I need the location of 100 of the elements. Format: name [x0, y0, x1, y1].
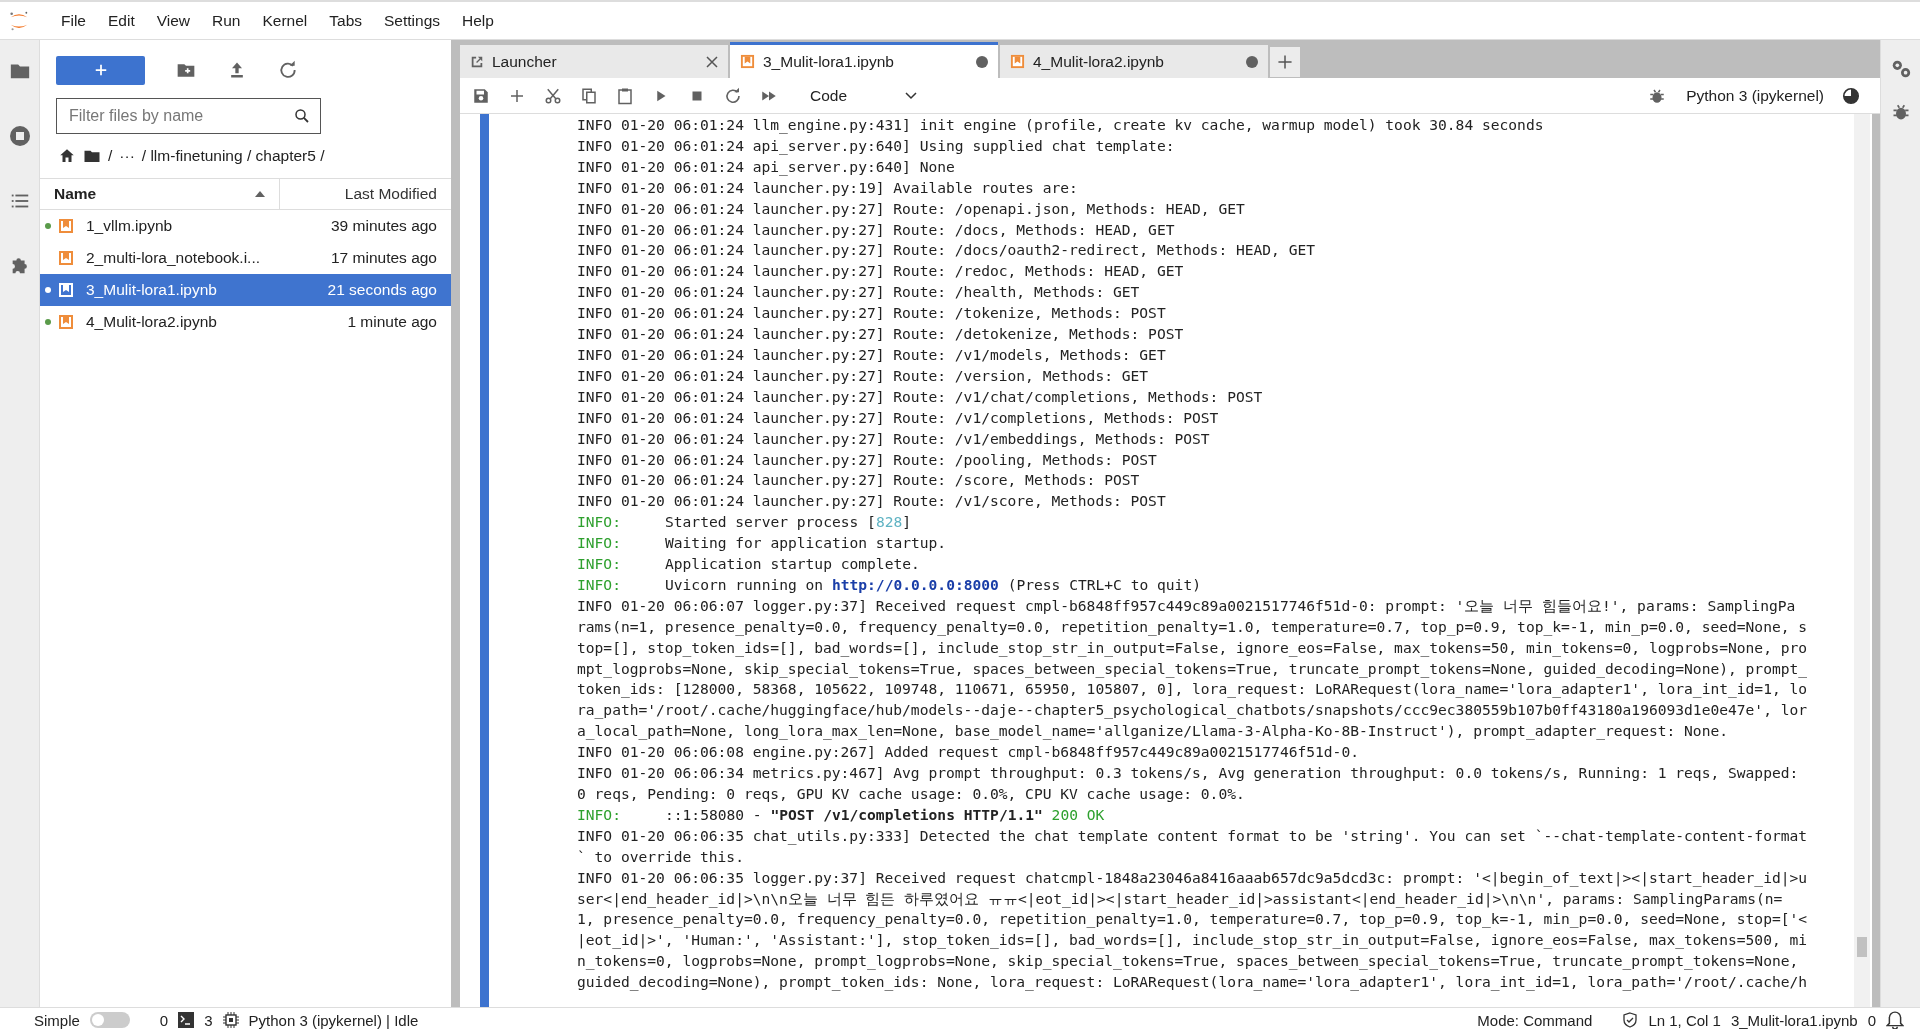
notebook-icon [740, 54, 755, 69]
add-tab-icon[interactable] [1270, 47, 1300, 77]
menu-item[interactable]: Kernel [251, 11, 319, 30]
restart-icon[interactable] [724, 86, 742, 105]
refresh-icon[interactable] [278, 60, 298, 80]
breadcrumb-item[interactable]: ··· [119, 147, 135, 165]
log-line: INFO: Started server process [828] [577, 512, 913, 533]
kernel-count: 0 [159, 1011, 169, 1029]
close-icon[interactable] [706, 55, 718, 68]
log-line: INFO 01-20 06:06:08 engine.py:267] Added request cmpl-b6848ff957c449c89a0021517746f51d-0. [577, 742, 1360, 763]
toggle-switch[interactable] [89, 1012, 130, 1028]
modified-time: 1 minute ago [347, 313, 437, 331]
log-line: INFO 01-20 06:01:24 launcher.py:27] Route: /health, Methods: GET [577, 282, 1141, 303]
notebook-icon [58, 218, 74, 234]
log-line: INFO 01-20 06:01:24 launcher.py:27] Route: /detokenize, Methods: POST [577, 324, 1185, 345]
file-row[interactable]: 4_Mulit-lora2.ipynb 1 minute ago [40, 306, 451, 338]
log-line: INFO 01-20 06:06:35 logger.py:37] Received request chatcmpl-1848a23046a8416aaab657dc9a5dcd3c: prompt: '<|begin_of_text|><|start_header_id|>u [577, 867, 1809, 889]
copy-icon[interactable] [580, 86, 598, 105]
launch-icon [470, 54, 484, 69]
paste-icon[interactable] [616, 86, 634, 105]
notebook-icon [58, 250, 74, 266]
kernel-name[interactable]: Python 3 (ipykernel) [1686, 86, 1824, 105]
column-header[interactable]: Last Modified [344, 185, 437, 203]
breadcrumb-item[interactable]: / [108, 147, 113, 165]
log-line: INFO: Uvicorn running on http://0.0.0.0:8000 (Press CTRL+C to quit) [577, 574, 1202, 595]
log-line: n_tokens=0, logprobs=None, prompt_logprobs=None, skip_special_tokens=True, spaces_between_special_tokens=True, truncate_prompt_tokens=None, [577, 951, 1800, 972]
log-line: INFO 01-20 06:01:24 launcher.py:27] Route: /docs/oauth2-redirect, Methods: HEAD, GET [577, 240, 1317, 261]
log-line: INFO 01-20 06:01:24 launcher.py:27] Route: /v1/embeddings, Methods: POST [577, 428, 1211, 449]
filter-field[interactable]: Filter files by name [56, 98, 321, 134]
menu-item[interactable]: Edit [97, 11, 146, 30]
home-icon[interactable] [58, 147, 76, 165]
bell-icon[interactable] [1886, 1011, 1904, 1029]
file-row[interactable]: 1_vllm.ipynb 39 minutes ago [40, 210, 451, 242]
mode-label: Simple [34, 1011, 80, 1029]
save-icon[interactable] [472, 86, 490, 105]
log-line: top=[], stop_token_ids=[], bad_words=[], include_stop_str_in_output=False, ignore_eos=False, max_tokens=50, min_tokens=0, logprobs=None, pro [577, 637, 1809, 659]
kernel-status[interactable]: Python 3 (ipykernel) | Idle [248, 1011, 419, 1029]
log-line: INFO 01-20 06:06:35 chat_utils.py:333] Detected the chat template content format to be 'string'. You can set `--chat-template-content-format [577, 825, 1809, 847]
document-tab[interactable]: 3_Mulit-lora1.ipynb [730, 42, 998, 78]
kernel-status-icon [1842, 86, 1860, 105]
log-line: INFO 01-20 06:01:24 launcher.py:27] Route: /docs, Methods: HEAD, GET [577, 219, 1176, 240]
log-line: INFO 01-20 06:01:24 launcher.py:27] Route: /v1/models, Methods: GET [577, 344, 1167, 365]
menu-item[interactable]: Help [451, 11, 505, 30]
log-line: INFO 01-20 06:01:24 llm_engine.py:431] init engine (profile, create kv cache, warmup model) took 30.84 seconds [577, 115, 1545, 136]
log-line: |eot_id|>', 'Human:', 'Assistant:'], stop_token_ids=[], bad_words=[], include_stop_str_in_output=False, ignore_eos=False, max_tokens=500, mi [577, 930, 1809, 951]
modified-time: 17 minutes ago [331, 249, 437, 267]
file-row[interactable]: 3_Mulit-lora1.ipynb 21 seconds ago [40, 274, 451, 306]
log-line: a_local_path=None, long_lora_max_len=None, base_model_name='allganize/Llama-3-Alpha-Ko-8B-Instruct'), prompt_adapter_request: None. [577, 721, 1729, 742]
scrollbar[interactable] [1854, 114, 1870, 1007]
menu-item[interactable]: File [50, 11, 97, 30]
file-row[interactable]: 2_multi-lora_notebook.i... 17 minutes ago [40, 242, 451, 274]
cut-icon[interactable] [544, 86, 562, 105]
log-line: ser<|end_header_id|>\n\n오늘 너무 힘든 하루였어요 ㅠㅠ<|eot_id|><|start_header_id|>assistant<|end_header_id|>\n\n', params: SamplingParams(n= [577, 888, 1784, 910]
unsaved-dot[interactable] [976, 55, 988, 68]
terminal-icon[interactable] [178, 1012, 195, 1028]
log-line: INFO: ::1:58080 - "POST /v1/completions HTTP/1.1" 200 OK [577, 804, 1106, 825]
caret-icon [905, 91, 918, 100]
menu-item[interactable]: View [145, 11, 202, 30]
modified-time: 39 minutes ago [331, 217, 437, 235]
log-line: token_ids: [128000, 58368, 105622, 109748, 110671, 65950, 105807, 0], lora_request: LoRARequest(lora_name='lora_adapter1', lora_int_id=1, lo [577, 679, 1809, 700]
mode-status[interactable]: Mode: Command [1477, 1011, 1593, 1029]
cursor-position[interactable]: Ln 1, Col 1 [1648, 1011, 1721, 1029]
log-line: mpt_logprobs=None, skip_special_tokens=True, spaces_between_special_tokens=True, truncate_prompt_tokens=None, guided_decoding=None), prompt_ [577, 658, 1809, 680]
document-tab[interactable]: Launcher [460, 45, 728, 78]
notebook-icon [1010, 54, 1025, 69]
file-name: 3_Mulit-lora1.ipynb [1730, 1011, 1858, 1029]
log-line: INFO: Waiting for application startup. [577, 533, 948, 554]
log-line: INFO 01-20 06:01:24 launcher.py:19] Available routes are: [577, 177, 1079, 198]
menu-item[interactable]: Settings [373, 11, 452, 30]
search-icon [293, 107, 311, 125]
stop-circle-icon[interactable] [7, 124, 32, 148]
file-name: 2_multi-lora_notebook.i... [86, 249, 262, 267]
log-line: INFO 01-20 06:01:24 launcher.py:27] Route: /score, Methods: POST [577, 470, 1141, 491]
log-line: INFO 01-20 06:01:24 launcher.py:27] Route: /pooling, Methods: POST [577, 449, 1158, 470]
plus-icon [93, 63, 108, 77]
log-line: INFO 01-20 06:01:24 launcher.py:27] Route: /v1/chat/completions, Methods: POST [577, 386, 1264, 407]
terminal-count: 3 [204, 1011, 213, 1029]
notification-count[interactable]: 0 [1867, 1011, 1876, 1029]
log-line: INFO 01-20 06:06:07 logger.py:37] Received request cmpl-b6848ff957c449c89a0021517746f51d-0: prompt: '오늘 너무 힘들어요!', params: SamplingPa [577, 595, 1797, 616]
chip-icon[interactable] [222, 1012, 239, 1028]
menu-item[interactable]: Tabs [318, 11, 374, 30]
log-line: INFO 01-20 06:01:24 api_server.py:640] Using supplied chat template: [577, 135, 1176, 157]
log-line: INFO 01-20 06:01:24 api_server.py:640] None [577, 156, 956, 178]
column-header[interactable]: Name [54, 185, 97, 203]
breadcrumb-item[interactable]: / llm-finetuning / chapter5 / [141, 147, 325, 165]
file-name: 4_Mulit-lora2.ipynb [86, 313, 218, 331]
log-line: 0 reqs, Pending: 0 reqs, GPU KV cache usage: 0.0%, CPU KV cache usage: 0.0%. [577, 784, 1246, 804]
shield-icon[interactable] [1622, 1012, 1639, 1028]
notebook-icon [58, 314, 74, 330]
document-tab[interactable]: 4_Mulit-lora2.ipynb [1000, 45, 1268, 78]
menu-item[interactable]: Run [201, 11, 252, 30]
cell-type-dropdown[interactable]: Code [810, 86, 918, 105]
log-line: INFO 01-20 06:01:24 launcher.py:27] Route: /redoc, Methods: HEAD, GET [577, 261, 1185, 282]
new-launcher-button[interactable] [56, 55, 145, 85]
file-name: 1_vllm.ipynb [86, 217, 174, 235]
log-line: INFO 01-20 06:06:34 metrics.py:467] Avg prompt throughput: 0.3 tokens/s, Avg generation throughput: 0.0 tokens/s, Running: 1 reqs, Swapped: [577, 763, 1800, 784]
log-line: rams(n=1, presence_penalty=0.0, frequency_penalty=0.0, repetition_penalty=1.0, temperature=0.7, top_p=0.9, top_k=-1, min_p=0.0, seed=None, s [577, 616, 1809, 638]
unsaved-dot[interactable] [1246, 55, 1258, 68]
notebook-icon [58, 282, 74, 298]
cell-collapser[interactable] [480, 114, 489, 1007]
